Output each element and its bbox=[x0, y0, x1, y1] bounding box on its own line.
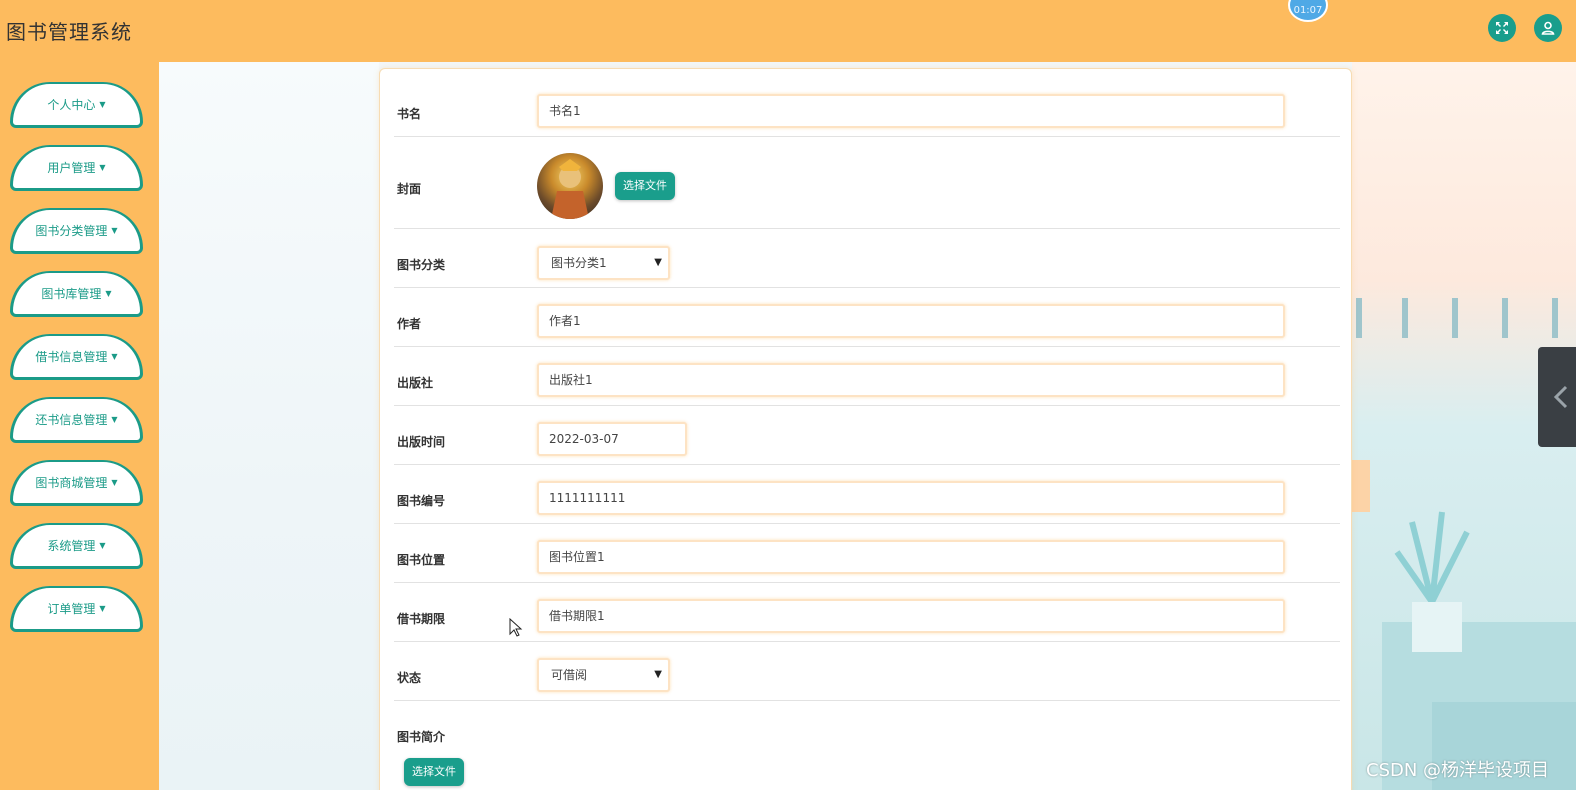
form-row-book-number: 图书编号 1111111111 bbox=[394, 465, 1340, 524]
caret-down-icon: ▼ bbox=[99, 541, 106, 550]
field-label: 图书位置 bbox=[397, 553, 446, 567]
field-label: 借书期限 bbox=[397, 612, 446, 626]
top-header: 图书管理系统 01:07 bbox=[0, 0, 1576, 62]
sidebar-item-order-management[interactable]: 订单管理 ▼ bbox=[10, 586, 143, 632]
chevron-left-icon bbox=[1553, 385, 1568, 409]
status-select-value: 可借阅 bbox=[551, 668, 588, 682]
sidebar-item-label: 借书信息管理 bbox=[35, 350, 108, 364]
form-row-author: 作者 作者1 bbox=[394, 288, 1340, 347]
fullscreen-icon bbox=[1496, 22, 1508, 34]
sidebar-item-label: 订单管理 bbox=[47, 602, 96, 616]
timer-badge: 01:07 bbox=[1288, 0, 1328, 22]
sidebar-item-category-management[interactable]: 图书分类管理 ▼ bbox=[10, 208, 143, 254]
background-shape bbox=[1502, 298, 1508, 338]
chevron-down-icon: ▼ bbox=[654, 669, 662, 680]
book-number-input[interactable]: 1111111111 bbox=[537, 481, 1285, 515]
sidebar-item-label: 图书商城管理 bbox=[35, 476, 108, 490]
publish-date-input[interactable]: 2022-03-07 bbox=[537, 422, 687, 456]
category-select[interactable]: 图书分类1 ▼ bbox=[537, 246, 670, 280]
caret-down-icon: ▼ bbox=[99, 604, 106, 613]
caret-down-icon: ▼ bbox=[105, 289, 112, 298]
fullscreen-button[interactable] bbox=[1488, 14, 1516, 42]
location-input[interactable]: 图书位置1 bbox=[537, 540, 1285, 574]
sidebar-item-label: 个人中心 bbox=[47, 98, 96, 112]
sidebar-item-label: 用户管理 bbox=[47, 161, 96, 175]
field-label: 封面 bbox=[397, 182, 422, 196]
user-button[interactable] bbox=[1534, 14, 1562, 42]
sidebar-item-library-management[interactable]: 图书库管理 ▼ bbox=[10, 271, 143, 317]
caret-down-icon: ▼ bbox=[99, 163, 106, 172]
sidebar-item-user-management[interactable]: 用户管理 ▼ bbox=[10, 145, 143, 191]
sidebar-item-label: 系统管理 bbox=[47, 539, 96, 553]
sidebar-item-label: 还书信息管理 bbox=[35, 413, 108, 427]
status-select[interactable]: 可借阅 ▼ bbox=[537, 658, 670, 692]
field-label: 出版社 bbox=[397, 376, 434, 390]
cover-choose-file-button[interactable]: 选择文件 bbox=[615, 172, 675, 200]
form-row-location: 图书位置 图书位置1 bbox=[394, 524, 1340, 583]
borrow-period-input[interactable]: 借书期限1 bbox=[537, 599, 1285, 633]
cover-illustration bbox=[551, 159, 589, 219]
sidebar: 个人中心 ▼ 用户管理 ▼ 图书分类管理 ▼ 图书库管理 ▼ 借书信息管理 ▼ 还书信息管… bbox=[0, 62, 159, 790]
user-icon bbox=[1541, 21, 1555, 35]
field-label: 状态 bbox=[397, 671, 422, 685]
background-left bbox=[159, 62, 379, 790]
sidebar-item-label: 图书库管理 bbox=[41, 287, 102, 301]
background-shape bbox=[1452, 298, 1458, 338]
intro-choose-file-button[interactable]: 选择文件 bbox=[404, 758, 464, 786]
author-input[interactable]: 作者1 bbox=[537, 304, 1285, 338]
book-edit-form: 书名 书名1 封面 选择文件 图书分类 图书分类1 ▼ 作者 作者1 出版社 出… bbox=[379, 68, 1352, 790]
plant-illustration bbox=[1394, 511, 1470, 652]
publisher-input[interactable]: 出版社1 bbox=[537, 363, 1285, 397]
sidebar-item-personal-center[interactable]: 个人中心 ▼ bbox=[10, 82, 143, 128]
sidebar-item-return-management[interactable]: 还书信息管理 ▼ bbox=[10, 397, 143, 443]
category-select-value: 图书分类1 bbox=[551, 256, 607, 270]
mouse-cursor-icon bbox=[509, 618, 523, 637]
form-row-cover: 封面 选择文件 bbox=[394, 137, 1340, 229]
caret-down-icon: ▼ bbox=[111, 352, 118, 361]
sidebar-item-mall-management[interactable]: 图书商城管理 ▼ bbox=[10, 460, 143, 506]
form-row-intro: 图书简介 选择文件 bbox=[394, 701, 1340, 790]
form-row-book-name: 书名 书名1 bbox=[394, 91, 1340, 137]
chevron-down-icon: ▼ bbox=[654, 257, 662, 268]
background-shape bbox=[1356, 298, 1362, 338]
caret-down-icon: ▼ bbox=[111, 415, 118, 424]
background-shape bbox=[1402, 298, 1408, 338]
form-row-borrow-period: 借书期限 借书期限1 bbox=[394, 583, 1340, 642]
form-row-status: 状态 可借阅 ▼ bbox=[394, 642, 1340, 701]
field-label: 出版时间 bbox=[397, 435, 446, 449]
app-title: 图书管理系统 bbox=[6, 20, 132, 44]
book-name-input[interactable]: 书名1 bbox=[537, 94, 1285, 128]
sidebar-item-label: 图书分类管理 bbox=[35, 224, 108, 238]
form-row-publisher: 出版社 出版社1 bbox=[394, 347, 1340, 406]
background-shape bbox=[1352, 460, 1370, 512]
cover-image bbox=[537, 153, 603, 219]
field-label: 图书分类 bbox=[397, 258, 446, 272]
field-label: 作者 bbox=[397, 317, 422, 331]
watermark: CSDN @杨洋毕设项目 bbox=[1366, 760, 1550, 781]
form-row-category: 图书分类 图书分类1 ▼ bbox=[394, 229, 1340, 288]
field-label: 图书简介 bbox=[397, 730, 446, 744]
caret-down-icon: ▼ bbox=[111, 226, 118, 235]
caret-down-icon: ▼ bbox=[111, 478, 118, 487]
field-label: 书名 bbox=[397, 107, 422, 121]
side-panel-toggle[interactable] bbox=[1538, 347, 1576, 447]
sidebar-item-system-management[interactable]: 系统管理 ▼ bbox=[10, 523, 143, 569]
sidebar-item-borrow-management[interactable]: 借书信息管理 ▼ bbox=[10, 334, 143, 380]
background-shape bbox=[1552, 298, 1558, 338]
field-label: 图书编号 bbox=[397, 494, 446, 508]
form-row-publish-date: 出版时间 2022-03-07 bbox=[394, 406, 1340, 465]
caret-down-icon: ▼ bbox=[99, 100, 106, 109]
